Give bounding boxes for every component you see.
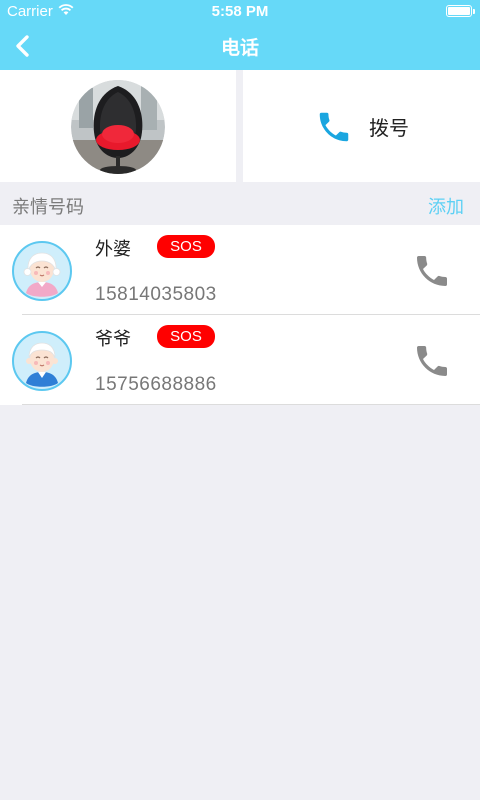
contact-row[interactable]: 爷爷 SOS 15756688886 <box>0 315 480 405</box>
phone-icon <box>319 112 349 142</box>
device-avatar-cell <box>0 70 236 182</box>
device-photo[interactable] <box>71 80 165 174</box>
contact-name: 外婆 <box>95 239 131 260</box>
dial-button[interactable]: 拨号 <box>243 70 480 182</box>
grandpa-avatar <box>12 331 72 391</box>
sos-badge: SOS <box>157 235 215 258</box>
clock: 5:58 PM <box>211 3 269 20</box>
row-divider <box>22 404 480 405</box>
contact-list: 外婆 SOS 15814035803 爷爷 SOS 15756688886 <box>0 225 480 405</box>
add-contact-button[interactable]: 添加 <box>428 193 464 219</box>
grandma-avatar <box>12 241 72 301</box>
battery-icon <box>446 5 475 17</box>
top-panel: 拨号 <box>0 70 480 183</box>
page-title: 电话 <box>220 37 259 59</box>
section-title: 亲情号码 <box>12 197 84 218</box>
contact-row[interactable]: 外婆 SOS 15814035803 <box>0 225 480 315</box>
navigation-bar: 电话 <box>0 22 480 70</box>
contact-name: 爷爷 <box>95 329 131 350</box>
call-icon[interactable] <box>412 251 452 291</box>
contact-number: 15756688886 <box>95 374 217 395</box>
section-header: 亲情号码 添加 <box>0 183 480 225</box>
sos-badge: SOS <box>157 325 215 348</box>
dial-label: 拨号 <box>369 116 409 140</box>
call-icon[interactable] <box>412 341 452 381</box>
contact-number: 15814035803 <box>95 284 217 305</box>
status-bar: Carrier 5:58 PM <box>0 0 480 22</box>
